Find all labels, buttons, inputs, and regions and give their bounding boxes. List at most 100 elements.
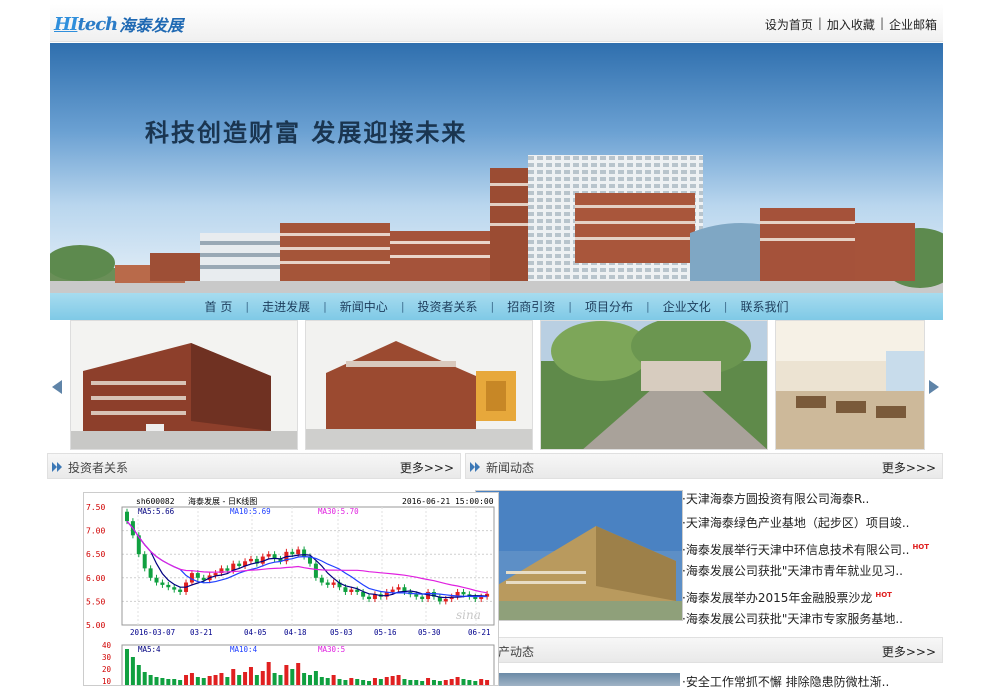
volume-bar xyxy=(355,679,360,685)
candle-body xyxy=(296,549,301,555)
list-item[interactable]: ·安全工作常抓不懈 排除隐患防微杜渐.. xyxy=(682,670,942,694)
nav-home[interactable]: 首 页 xyxy=(192,298,246,315)
volume-bar xyxy=(166,679,171,685)
list-item[interactable]: ·天津海泰方圆投资有限公司海泰R.. xyxy=(682,487,942,511)
x-tick-label: 05-30 xyxy=(418,628,441,637)
panel-title: 投资者关系 xyxy=(68,461,129,475)
building-photo-1 xyxy=(71,321,297,449)
list-item[interactable]: ·海泰发展举行天津中环信息技术有限公司.. HOT xyxy=(682,535,942,559)
investor-more-link[interactable]: 更多>>> xyxy=(400,459,454,476)
x-tick-label: 04-05 xyxy=(244,628,267,637)
y-tick-label: 5.50 xyxy=(86,597,105,606)
volume-bar xyxy=(479,679,484,685)
list-item[interactable]: ·海泰发展公司获批"天津市专家服务基地.. xyxy=(682,607,942,631)
candle-body xyxy=(266,554,271,557)
logo-text: 海泰发展 xyxy=(119,16,184,35)
volume-bar xyxy=(130,657,135,685)
panel-title: 新闻动态 xyxy=(486,461,535,475)
candle-body xyxy=(390,589,395,592)
x-tick-label: 03-21 xyxy=(190,628,213,637)
logo[interactable]: HItech 海泰发展 xyxy=(54,12,183,36)
news-panel-header: 新闻动态 更多>>> xyxy=(465,453,943,479)
banner-slogan: 科技创造财富 发展迎接未来 xyxy=(145,119,468,147)
volume-bar xyxy=(384,677,389,685)
nav-contact[interactable]: 联系我们 xyxy=(727,298,801,315)
volume-bar xyxy=(308,675,312,685)
x-tick-label: 06-21 xyxy=(468,628,491,637)
y-tick-label: 7.50 xyxy=(86,503,105,512)
photo-carousel xyxy=(50,320,943,453)
set-homepage-link[interactable]: 设为首页 xyxy=(765,16,813,33)
divider: | xyxy=(879,16,884,30)
nav-news[interactable]: 新闻中心 xyxy=(327,298,401,315)
candle-body xyxy=(154,577,159,583)
chart-background xyxy=(84,493,498,685)
candle-body xyxy=(414,594,419,597)
candle-body xyxy=(443,599,448,602)
add-favorite-link[interactable]: 加入收藏 xyxy=(827,16,875,33)
volume-bar xyxy=(361,680,366,685)
carousel-photo[interactable] xyxy=(540,320,768,450)
volume-bar xyxy=(154,677,159,685)
carousel-photo[interactable] xyxy=(70,320,298,450)
candle-body xyxy=(325,582,330,585)
volume-bar xyxy=(467,680,472,685)
candle-body xyxy=(367,596,372,600)
volume-bar xyxy=(136,665,141,685)
candle-body xyxy=(331,582,336,585)
enterprise-mail-link[interactable]: 企业邮箱 xyxy=(889,16,937,33)
logo-mark-tech: tech xyxy=(77,13,118,35)
list-item[interactable]: ·天津海泰绿色产业基地（起步区）项目竣.. xyxy=(682,511,942,535)
volume-bar xyxy=(455,677,460,685)
news-photo[interactable] xyxy=(475,490,683,621)
estate-panel-header: 地产动态 更多>>> xyxy=(465,637,943,663)
volume-bar xyxy=(125,649,129,685)
carousel-photo[interactable] xyxy=(305,320,533,450)
volume-bar xyxy=(266,662,271,685)
news-title: ·海泰发展公司获批"天津市青年就业见习.. xyxy=(682,564,903,578)
vol-ma30-label: MA30:5 xyxy=(318,645,345,654)
x-tick-label: 2016-03-07 xyxy=(130,628,175,637)
carousel-prev-arrow-icon[interactable] xyxy=(52,380,62,394)
nav-investment[interactable]: 招商引资 xyxy=(494,298,568,315)
candle-body xyxy=(166,584,171,588)
kline-svg: sh600082 海泰发展 - 日K线图 2016-06-21 15:00:00 MA… xyxy=(84,493,498,685)
volume-bar xyxy=(319,677,324,685)
carousel-next-arrow-icon[interactable] xyxy=(929,380,939,394)
vol-ma10-label: MA10:4 xyxy=(230,645,258,654)
candle-body xyxy=(302,549,307,557)
ma10-label: MA10:5.69 xyxy=(230,507,271,516)
nav-investor[interactable]: 投资者关系 xyxy=(405,298,491,315)
estate-title: ·安全工作常抓不懈 排除隐患防微杜渐.. xyxy=(682,675,890,689)
nav-projects[interactable]: 项目分布 xyxy=(572,298,646,315)
estate-photo[interactable] xyxy=(470,673,680,686)
volume-bar xyxy=(473,681,478,685)
estate-more-link[interactable]: 更多>>> xyxy=(882,643,936,660)
candle-body xyxy=(237,563,242,566)
news-more-link[interactable]: 更多>>> xyxy=(882,459,936,476)
vol-y-tick: 40 xyxy=(102,641,112,650)
volume-bar xyxy=(195,677,200,685)
y-tick-label: 6.00 xyxy=(86,574,105,583)
double-arrow-icon xyxy=(52,461,64,473)
y-tick-label: 7.00 xyxy=(86,527,105,536)
restaurant-photo xyxy=(776,321,924,449)
volume-bar xyxy=(378,679,383,685)
hero-banner: 科技创造财富 发展迎接未来 xyxy=(50,43,943,293)
volume-bar xyxy=(207,676,212,685)
hot-badge: HOT xyxy=(912,543,930,551)
volume-bar xyxy=(331,675,336,685)
list-item[interactable]: ·海泰发展公司获批"天津市青年就业见习.. xyxy=(682,559,942,583)
stock-kline-chart[interactable]: sh600082 海泰发展 - 日K线图 2016-06-21 15:00:00 MA… xyxy=(83,492,499,686)
news-title: ·天津海泰绿色产业基地（起步区）项目竣.. xyxy=(682,516,910,530)
volume-bar xyxy=(237,675,242,685)
carousel-photo[interactable] xyxy=(775,320,925,450)
candle-body xyxy=(319,577,324,583)
volume-bar xyxy=(325,678,330,685)
nav-culture[interactable]: 企业文化 xyxy=(650,298,724,315)
list-item[interactable]: ·海泰发展举办2015年金融股票沙龙 HOT xyxy=(682,583,942,607)
nav-about[interactable]: 走进发展 xyxy=(249,298,323,315)
hot-badge: HOT xyxy=(875,591,892,599)
volume-bar xyxy=(390,676,395,685)
double-arrow-icon xyxy=(470,461,482,473)
